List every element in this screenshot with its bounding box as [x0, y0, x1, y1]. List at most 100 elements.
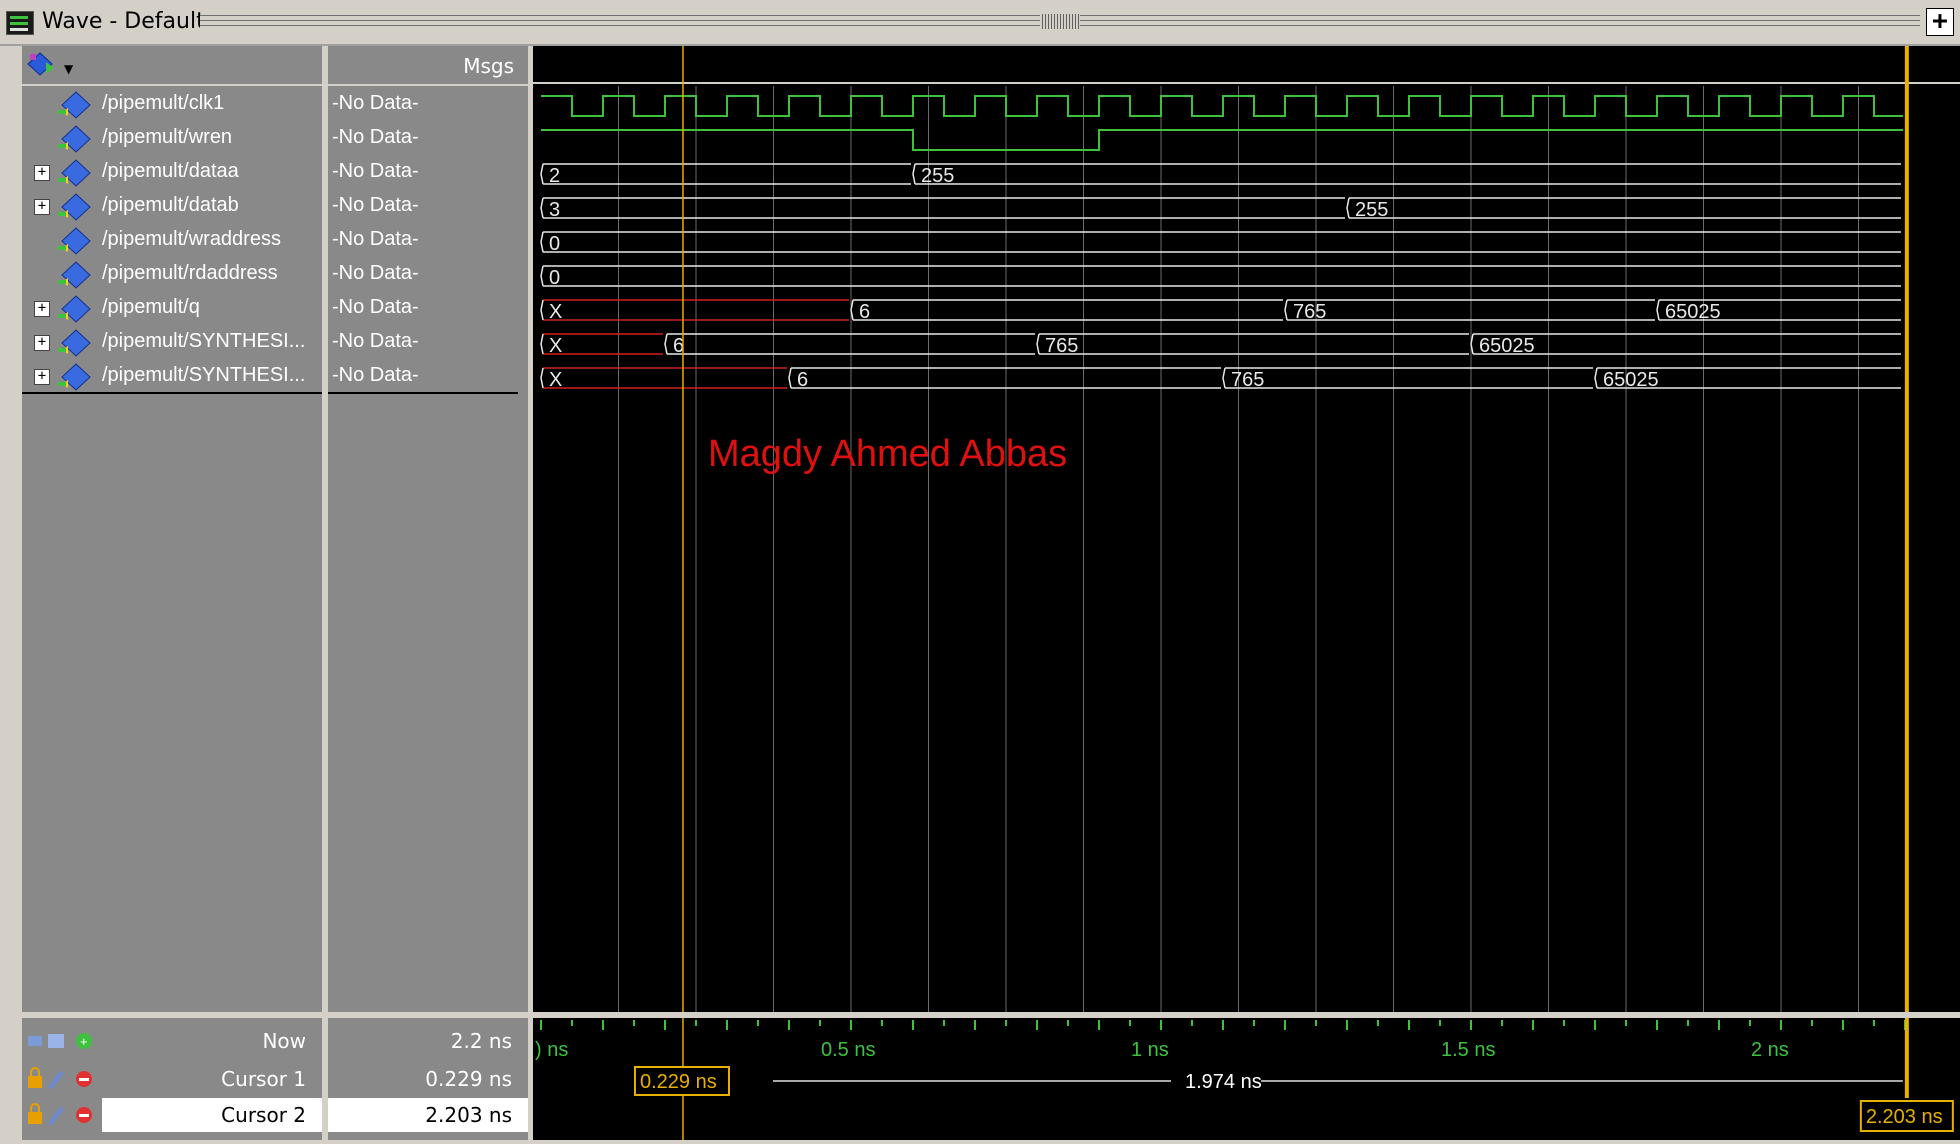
cursor2-label: Cursor 2 [221, 1103, 306, 1127]
chevron-down-icon[interactable]: ▼ [64, 62, 73, 76]
bus-transition [540, 231, 544, 253]
window-title: Wave - Default [42, 9, 205, 34]
titlebar-drag-handle[interactable] [1040, 14, 1080, 29]
cursor1-icons [28, 1067, 92, 1090]
bus-value-label: 765 [1045, 335, 1078, 357]
signal-msg: -No Data- [332, 194, 419, 216]
cursor1-value-row[interactable]: 0.229 ns [328, 1062, 528, 1096]
cursor-edit-icon [48, 1034, 64, 1048]
waveform-canvas[interactable]: 2 2553 25500X 6 765 65025X 6 765 65025X 6 765 65025… [533, 46, 1960, 1012]
add-signal-icon[interactable] [26, 50, 56, 80]
lock-icon [28, 1112, 42, 1124]
bus-transition [1594, 367, 1598, 389]
signal-name: /pipemult/clk1 [102, 92, 225, 114]
watermark-text: Magdy Ahmed Abbas [708, 433, 1067, 475]
msg-row: -No Data- [328, 224, 528, 258]
bus-transition [1222, 367, 1226, 389]
signal-row[interactable]: + /pipemult/SYNTHESI... [22, 326, 322, 360]
signal-row[interactable]: + /pipemult/SYNTHESI... [22, 360, 322, 394]
cursor1-tag-label: 0.229 ns [640, 1071, 717, 1093]
signal-names-pane: ▼ /pipemult/clk1/pipemult/wren + /pipemult… [22, 46, 322, 1012]
messages-pane: Msgs -No Data- -No Data- -No Data- -No Data… [328, 46, 528, 1012]
signal-row[interactable]: + /pipemult/q [22, 292, 322, 326]
signal-name: /pipemult/dataa [102, 160, 239, 182]
window-titlebar: Wave - Default + [0, 0, 1960, 46]
cursor1-row[interactable]: Cursor 1 [22, 1062, 322, 1096]
bus-transition [540, 265, 544, 287]
msg-row: -No Data- [328, 190, 528, 224]
bus-value-label: 255 [921, 165, 954, 187]
cursor2-row[interactable]: Cursor 2 [102, 1098, 322, 1132]
bus-transition [1346, 197, 1350, 219]
cursor2-value: 2.203 ns [425, 1103, 512, 1127]
bus-value-label: X [549, 369, 562, 391]
signal-diamond-icon [58, 91, 91, 119]
msgs-header: Msgs [328, 46, 528, 86]
wrench-icon [48, 1070, 64, 1090]
timeline-canvas[interactable]: ) ns 0.5 ns 1 ns 1.5 ns 2 ns 1.974 ns 0.229 ns… [533, 1018, 1960, 1140]
msgs-column-title: Msgs [463, 54, 514, 78]
signal-row[interactable]: /pipemult/clk1 [22, 88, 322, 122]
signal-name: /pipemult/wraddress [102, 228, 281, 250]
signal-row[interactable]: + /pipemult/datab [22, 190, 322, 224]
msg-row: -No Data- [328, 292, 528, 326]
bus-value-label: 255 [1355, 199, 1388, 221]
pane-splitter-1[interactable] [322, 46, 328, 1140]
timeline-tick-label: 1.5 ns [1441, 1039, 1495, 1061]
bus-value-label: X [549, 301, 562, 323]
cursor2-tag-label: 2.203 ns [1866, 1106, 1943, 1128]
timeline-pane[interactable]: ) ns 0.5 ns 1 ns 1.5 ns 2 ns 1.974 ns 0.229 ns… [533, 1018, 1960, 1140]
bus-transition [788, 367, 792, 389]
bus-transition [912, 163, 916, 185]
cursor1-value: 0.229 ns [425, 1067, 512, 1091]
bus-transition [540, 367, 544, 389]
signal-name: /pipemult/SYNTHESI... [102, 364, 306, 386]
maximize-plus-button[interactable]: + [1926, 8, 1954, 36]
msg-row: -No Data- [328, 122, 528, 156]
cursor-delta-label: 1.974 ns [1185, 1071, 1262, 1093]
cursor-add-icon [28, 1036, 42, 1046]
bus-transition [1284, 299, 1288, 321]
msg-row: -No Data- [328, 156, 528, 190]
clk1-waveform [541, 95, 1903, 117]
insertion-line [22, 392, 322, 394]
expand-icon[interactable]: + [34, 301, 50, 317]
timeline-tick-label: ) ns [535, 1039, 568, 1061]
now-value-row: 2.2 ns [328, 1024, 528, 1058]
signal-diamond-icon [58, 261, 91, 289]
msg-row: -No Data- [328, 326, 528, 360]
timeline-tick-label: 0.5 ns [821, 1039, 875, 1061]
insertion-line [328, 392, 518, 394]
signal-diamond-icon [58, 193, 91, 221]
msg-row: -No Data- [328, 88, 528, 122]
signal-msg: -No Data- [332, 364, 419, 386]
msg-row: -No Data- [328, 258, 528, 292]
bus-transition [540, 163, 544, 185]
signal-row[interactable]: /pipemult/wren [22, 122, 322, 156]
expand-icon[interactable]: + [34, 335, 50, 351]
expand-icon[interactable]: + [34, 165, 50, 181]
cursor-values-pane: 2.2 ns 0.229 ns 2.203 ns [328, 1018, 528, 1140]
names-header: ▼ [22, 46, 322, 86]
cursor1-label: Cursor 1 [221, 1067, 306, 1091]
lock-icon [28, 1076, 42, 1088]
wave-window-icon [6, 11, 34, 35]
signal-msg: -No Data- [332, 262, 419, 284]
expand-icon[interactable]: + [34, 369, 50, 385]
header-separator [533, 82, 1960, 84]
expand-icon[interactable]: + [34, 199, 50, 215]
bus-transition [664, 333, 668, 355]
waveform-pane[interactable]: 2 255 3 255 0 0 X 6 765 65025 X 6 765 65025 X 6 765 65025… [533, 46, 1960, 1012]
timeline-tick-label: 1 ns [1131, 1039, 1169, 1061]
signal-name: /pipemult/rdaddress [102, 262, 278, 284]
bus-value-label: 765 [1231, 369, 1264, 391]
signal-row[interactable]: /pipemult/wraddress [22, 224, 322, 258]
signal-row[interactable]: + /pipemult/dataa [22, 156, 322, 190]
now-row-icons: + [28, 1033, 92, 1049]
bus-value-label: 3 [549, 199, 560, 221]
signal-diamond-icon [58, 329, 91, 357]
signal-name: /pipemult/SYNTHESI... [102, 330, 306, 352]
signal-row[interactable]: /pipemult/rdaddress [22, 258, 322, 292]
bus-value-label: 0 [549, 267, 560, 289]
cursor2-value-row[interactable]: 2.203 ns [328, 1098, 528, 1132]
